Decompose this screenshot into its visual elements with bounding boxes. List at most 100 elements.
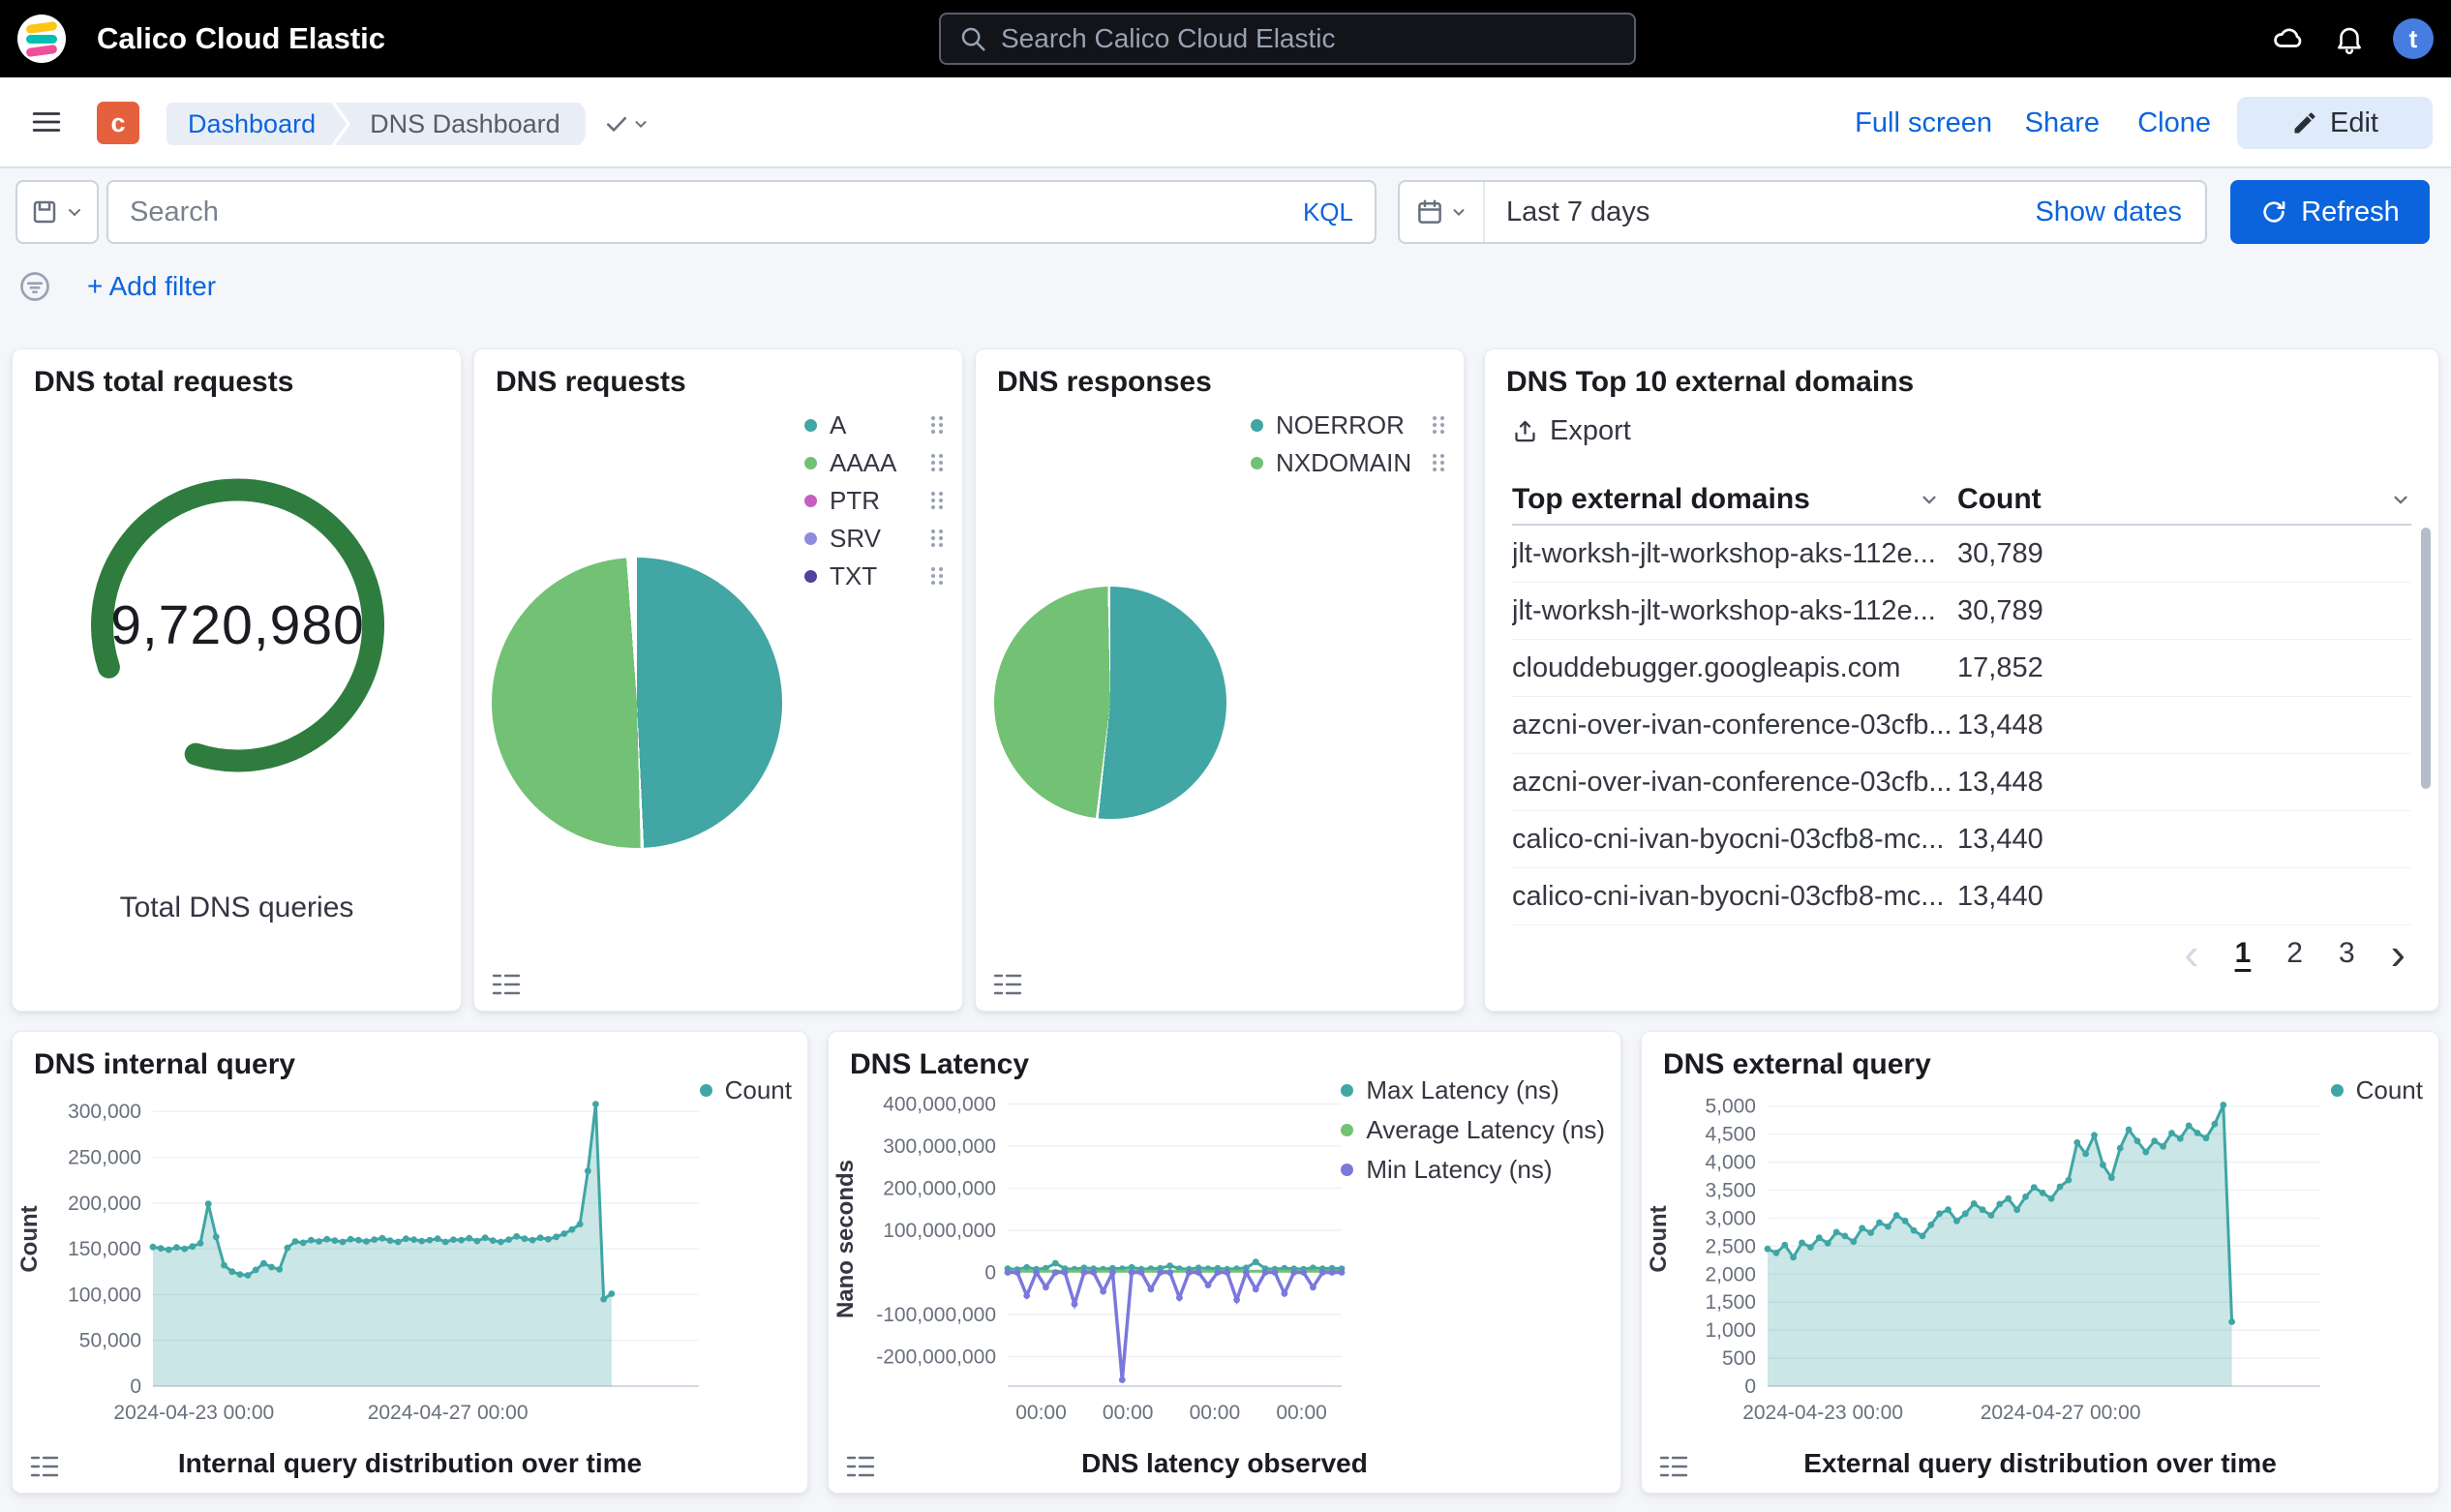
count-cell: 13,440 [1957,881,2043,913]
panel-title[interactable]: DNS requests [496,366,686,399]
pagination-page-3[interactable]: 3 [2339,937,2355,970]
pagination-next-icon[interactable]: › [2391,931,2406,976]
user-avatar[interactable]: t [2393,18,2434,59]
chart-subtitle: External query distribution over time [1642,1448,2438,1479]
legend-actions-icon[interactable] [931,529,943,547]
svg-text:2024-04-27 00:00: 2024-04-27 00:00 [1981,1402,2141,1424]
legend-actions-icon[interactable] [931,454,943,471]
legend-actions-icon[interactable] [931,416,943,434]
legend-color-dot [804,570,817,583]
cloud-icon[interactable] [2271,21,2306,56]
legend-toggle-icon[interactable] [1659,1454,1688,1479]
legend-toggle-icon[interactable] [492,972,521,997]
count-cell: 13,440 [1957,824,2043,856]
svg-text:500: 500 [1722,1347,1756,1370]
panel-title[interactable]: DNS Latency [850,1048,1029,1081]
pagination-prev-icon[interactable]: ‹ [2184,931,2198,976]
gauge-caption: Total DNS queries [13,892,461,924]
logo-stripe [26,45,58,57]
column-header-domains[interactable]: Top external domains [1512,483,1957,516]
svg-text:50,000: 50,000 [79,1330,141,1352]
gauge-chart: 9,720,980 [13,412,462,838]
legend-item-noerror[interactable]: NOERROR [1251,411,1448,438]
svg-text:400,000,000: 400,000,000 [883,1094,996,1116]
legend-actions-icon[interactable] [931,567,943,585]
kql-language-button[interactable]: KQL [1303,197,1353,227]
legend-toggle-icon[interactable] [30,1454,59,1479]
breadcrumb-current[interactable]: DNS Dashboard [335,103,586,145]
table-row: jlt-worksh-jlt-workshop-aks-112e...30,78… [1512,526,2411,583]
share-button[interactable]: Share [2025,77,2100,168]
legend-actions-icon[interactable] [931,492,943,509]
pie-chart[interactable] [994,587,1226,819]
time-range-value[interactable]: Last 7 days [1506,197,2035,228]
kql-search-input[interactable]: Search KQL [106,180,1377,244]
svg-text:250,000: 250,000 [68,1147,141,1169]
menu-icon[interactable] [29,106,64,138]
legend-item-aaaa[interactable]: AAAA [804,449,947,476]
export-button[interactable]: Export [1512,409,1631,452]
svg-text:00:00: 00:00 [1103,1402,1154,1424]
svg-text:4,000: 4,000 [1705,1152,1756,1174]
saved-state-indicator[interactable] [603,110,650,137]
filter-icon[interactable] [17,269,52,304]
kql-search-placeholder: Search [130,197,1289,228]
svg-text:100,000: 100,000 [68,1284,141,1306]
breadcrumb: Dashboard DNS Dashboard [166,103,650,145]
logo-stripe [26,21,58,34]
legend-toggle-icon[interactable] [993,972,1022,997]
saved-query-menu-button[interactable] [15,180,99,244]
table-row: calico-cni-ivan-byocni-03cfb8-mc...13,44… [1512,868,2411,925]
svg-text:-100,000,000: -100,000,000 [876,1304,996,1326]
clone-button[interactable]: Clone [2137,77,2211,168]
legend-item-a[interactable]: A [804,411,947,438]
domain-cell: calico-cni-ivan-byocni-03cfb8-mc... [1512,881,1957,913]
legend-actions-icon[interactable] [1433,454,1444,471]
domain-cell: jlt-worksh-jlt-workshop-aks-112e... [1512,538,1957,570]
panel-title[interactable]: DNS internal query [34,1048,295,1081]
domain-cell: azcni-over-ivan-conference-03cfb... [1512,767,1957,799]
global-search-input[interactable]: Search Calico Cloud Elastic [939,13,1636,65]
panel-title[interactable]: DNS Top 10 external domains [1506,366,1914,399]
column-header-count[interactable]: Count [1957,483,2411,516]
calendar-icon [1415,197,1444,227]
legend-toggle-icon[interactable] [846,1454,875,1479]
elastic-logo[interactable] [17,15,66,63]
notifications-icon[interactable] [2333,22,2366,55]
panel-dns-top-external-domains: DNS Top 10 external domains Export Top e… [1484,348,2439,1012]
legend-item-nxdomain[interactable]: NXDOMAIN [1251,449,1448,476]
edit-button[interactable]: Edit [2237,97,2433,149]
panel-title[interactable]: DNS responses [997,366,1212,399]
legend-color-dot [804,495,817,507]
legend-item-ptr[interactable]: PTR [804,487,947,514]
export-icon [1512,418,1538,444]
svg-text:4,500: 4,500 [1705,1124,1756,1146]
refresh-icon [2260,198,2287,226]
legend-item-txt[interactable]: TXT [804,562,947,590]
legend-actions-icon[interactable] [1433,416,1444,434]
table-row: azcni-over-ivan-conference-03cfb...13,44… [1512,697,2411,754]
refresh-button[interactable]: Refresh [2230,180,2430,244]
sort-chevron-icon [2390,489,2411,510]
pie-chart[interactable] [492,558,782,848]
panel-title[interactable]: DNS total requests [34,366,293,399]
pagination-page-2[interactable]: 2 [2286,937,2303,970]
breadcrumb-dashboard[interactable]: Dashboard [166,103,347,145]
project-badge[interactable]: c [97,102,139,144]
scrollbar-thumb[interactable] [2421,528,2431,789]
add-filter-button[interactable]: + Add filter [87,265,216,308]
calendar-menu-button[interactable] [1400,182,1485,242]
count-cell: 13,448 [1957,767,2043,799]
show-dates-button[interactable]: Show dates [2035,197,2182,228]
panel-title[interactable]: DNS external query [1663,1048,1931,1081]
chevron-down-icon [632,115,650,133]
area-chart: 05001,0001,5002,0002,5003,0003,5004,0004… [1642,1082,2438,1431]
svg-text:3,500: 3,500 [1705,1180,1756,1202]
panel-dns-responses: DNS responses NOERROR NXDOMAIN [975,348,1465,1012]
table-pagination: ‹ 1 2 3 › [2184,928,2406,979]
full-screen-button[interactable]: Full screen [1855,77,1992,168]
legend-item-srv[interactable]: SRV [804,525,947,552]
search-icon [958,24,987,53]
export-label: Export [1550,415,1631,447]
pagination-page-1[interactable]: 1 [2235,937,2252,970]
